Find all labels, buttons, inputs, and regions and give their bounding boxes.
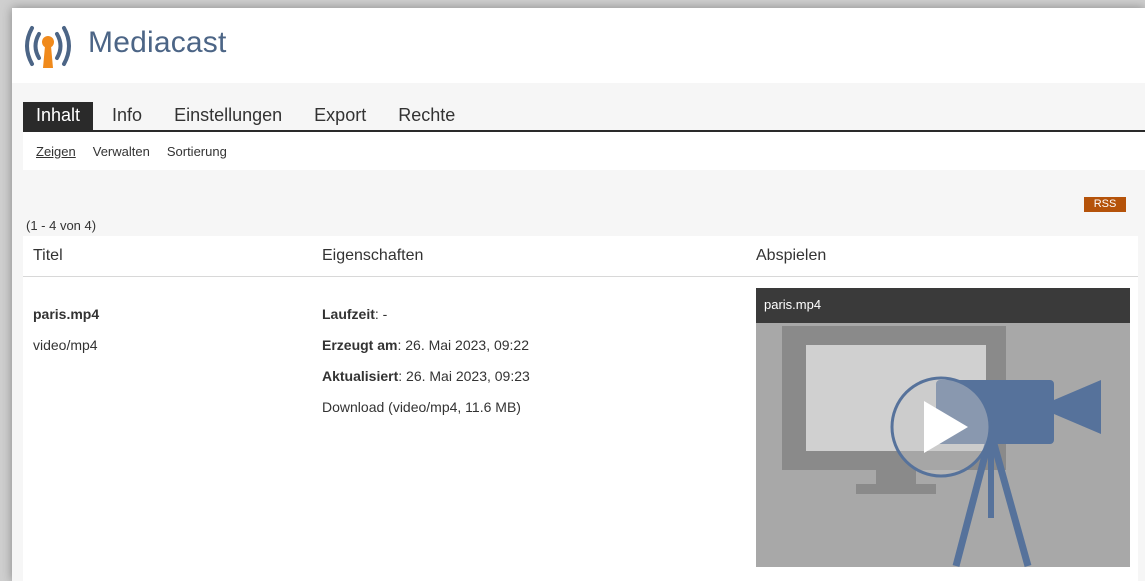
player-title-bar: paris.mp4 xyxy=(756,288,1130,323)
media-table: Titel Eigenschaften Abspielen paris.mp4 … xyxy=(23,236,1138,581)
tab-export[interactable]: Export xyxy=(301,102,379,130)
property-aktualisiert: Aktualisiert: 26. Mai 2023, 09:23 xyxy=(322,368,530,384)
property-laufzeit: Laufzeit: - xyxy=(322,306,387,322)
tab-rechte[interactable]: Rechte xyxy=(385,102,468,130)
column-header-abspielen: Abspielen xyxy=(756,247,827,264)
player-title: paris.mp4 xyxy=(764,297,822,312)
subtab-sortierung[interactable]: Sortierung xyxy=(167,144,227,159)
property-label: Aktualisiert xyxy=(322,368,399,384)
video-placeholder-graphic xyxy=(756,288,1130,567)
mediacast-window: Mediacast Inhalt Info Einstellungen Expo… xyxy=(12,8,1145,581)
video-player[interactable]: paris.mp4 xyxy=(756,288,1130,567)
app-title: Mediacast xyxy=(88,26,227,59)
tab-einstellungen[interactable]: Einstellungen xyxy=(161,102,295,130)
subtab-verwalten[interactable]: Verwalten xyxy=(93,144,150,159)
rss-button[interactable]: RSS xyxy=(1084,197,1126,212)
broadcast-antenna-icon xyxy=(25,26,71,68)
property-erzeugt-am: Erzeugt am: 26. Mai 2023, 09:22 xyxy=(322,337,529,353)
result-count: (1 - 4 von 4) xyxy=(26,218,97,233)
media-mime: video/mp4 xyxy=(33,337,98,353)
page-header: Mediacast xyxy=(12,8,1145,83)
tab-info[interactable]: Info xyxy=(99,102,155,130)
column-header-eigenschaften: Eigenschaften xyxy=(322,247,424,264)
property-value: : - xyxy=(374,306,388,322)
property-value: : 26. Mai 2023, 09:22 xyxy=(397,337,530,353)
property-label: Laufzeit xyxy=(322,306,375,322)
tab-inhalt[interactable]: Inhalt xyxy=(23,102,94,130)
property-label: Erzeugt am xyxy=(322,337,398,353)
sub-tabs: Zeigen Verwalten Sortierung xyxy=(23,132,1145,170)
media-title: paris.mp4 xyxy=(33,306,100,322)
main-tabs: Inhalt Info Einstellungen Export Rechte xyxy=(23,102,1145,132)
table-header: Titel Eigenschaften Abspielen xyxy=(23,236,1138,277)
column-header-titel: Titel xyxy=(33,247,63,264)
download-link[interactable]: Download (video/mp4, 11.6 MB) xyxy=(322,399,521,415)
property-value: : 26. Mai 2023, 09:23 xyxy=(398,368,530,384)
subtab-zeigen[interactable]: Zeigen xyxy=(36,144,76,159)
